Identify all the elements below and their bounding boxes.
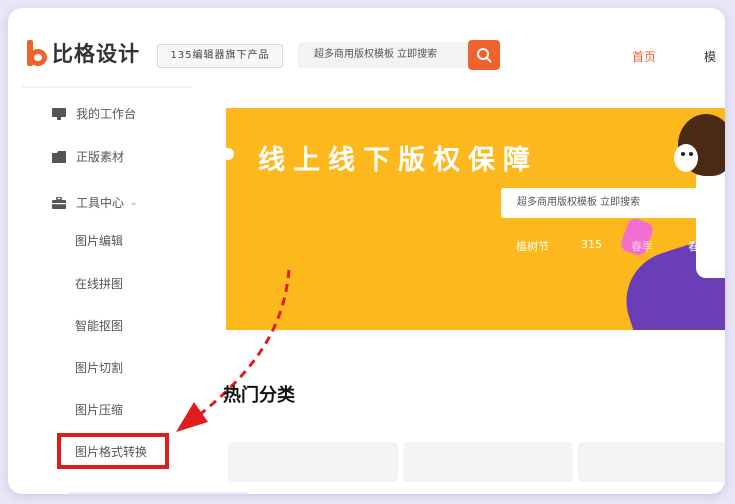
category-card[interactable]: [228, 442, 398, 482]
category-card[interactable]: [403, 442, 573, 482]
category-card[interactable]: [578, 442, 725, 482]
app-window: 比格设计 135编辑器旗下产品 超多商用版权模板 立即搜索 首页 模 我的工作台…: [8, 8, 725, 494]
annotation-arrow: [176, 269, 291, 432]
section-title: 热门分类: [223, 385, 295, 406]
